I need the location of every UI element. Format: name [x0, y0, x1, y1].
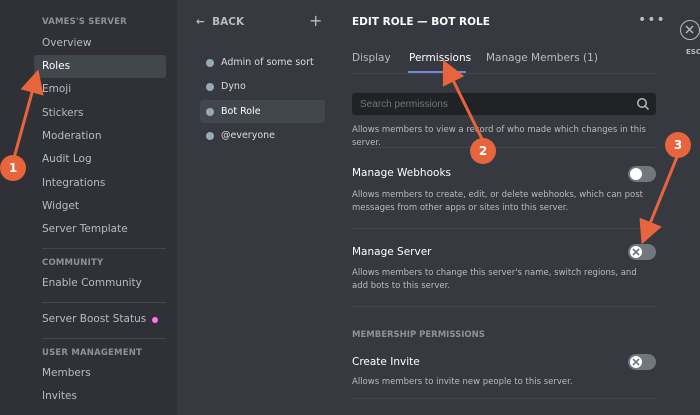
annotation-badge-3: 3	[665, 132, 691, 158]
annotation-arrow-2	[442, 59, 485, 142]
annotation-arrow-1	[12, 69, 44, 159]
annotation-badge-1: 1	[0, 155, 26, 181]
annotation-badge-2: 2	[470, 138, 496, 164]
annotation-arrows	[12, 59, 679, 245]
annotation-arrow-3	[639, 156, 679, 245]
